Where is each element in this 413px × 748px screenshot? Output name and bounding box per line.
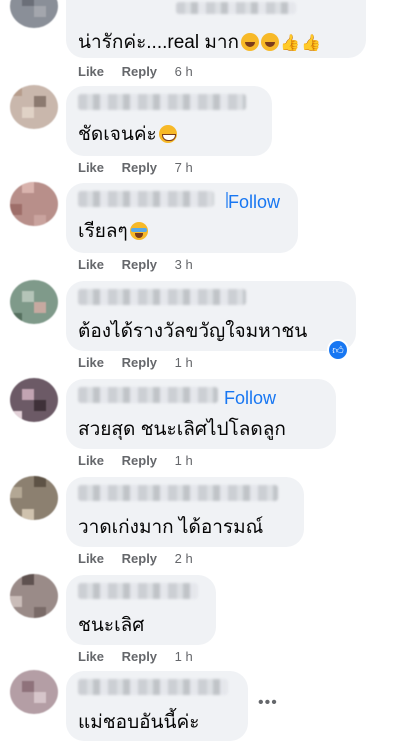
author-name[interactable] bbox=[78, 191, 214, 207]
comment-bubble: วาดเก่งมาก ได้อารมณ์ bbox=[66, 477, 304, 547]
thumbs-up-icon[interactable]: 👍︎ bbox=[327, 339, 349, 361]
follow-button[interactable]: Follow bbox=[224, 388, 276, 409]
comment-text: น่ารักค่ะ....real มาก bbox=[78, 32, 240, 53]
reply-button[interactable]: Reply bbox=[122, 64, 157, 79]
timestamp[interactable]: 7 h bbox=[175, 160, 193, 175]
comment-bubble: ชนะเลิศ bbox=[66, 575, 216, 645]
grinning-sweat-emoji bbox=[158, 125, 177, 143]
comment-bubble: ชัดเจนค่ะ bbox=[66, 86, 272, 156]
author-name[interactable] bbox=[78, 679, 228, 695]
more-options-icon[interactable]: ••• bbox=[258, 694, 278, 712]
like-button[interactable]: Like bbox=[78, 453, 104, 468]
thumbs-up-emoji: 👍 bbox=[280, 35, 300, 52]
comment-text: วาดเก่งมาก ได้อารมณ์ bbox=[78, 517, 264, 538]
avatar[interactable] bbox=[10, 0, 58, 28]
reply-button[interactable]: Reply bbox=[122, 551, 157, 566]
like-button[interactable]: Like bbox=[78, 649, 104, 664]
comment-text: เรียลๆ bbox=[78, 221, 128, 242]
avatar[interactable] bbox=[10, 574, 58, 618]
author-name[interactable] bbox=[78, 583, 198, 599]
reply-button[interactable]: Reply bbox=[122, 160, 157, 175]
rolling-laugh-emoji bbox=[241, 33, 260, 51]
avatar[interactable] bbox=[10, 670, 58, 714]
reply-button[interactable]: Reply bbox=[122, 453, 157, 468]
avatar[interactable] bbox=[10, 280, 58, 324]
follow-button[interactable]: Follow bbox=[228, 192, 280, 213]
timestamp[interactable]: 2 h bbox=[175, 551, 193, 566]
like-button[interactable]: Like bbox=[78, 64, 104, 79]
comment-bubble: แม่ชอบอันนี้ค่ะ bbox=[66, 671, 248, 741]
author-name[interactable] bbox=[78, 289, 246, 305]
comment-text: ต้องได้รางวัลขวัญใจมหาชน bbox=[78, 321, 308, 342]
like-button[interactable]: Like bbox=[78, 551, 104, 566]
author-name[interactable] bbox=[78, 94, 246, 110]
comment-text: สวยสุด ชนะเลิศไปโลดลูก bbox=[78, 419, 286, 440]
comment-text: ชนะเลิศ bbox=[78, 615, 145, 636]
author-name[interactable] bbox=[176, 2, 296, 14]
avatar[interactable] bbox=[10, 476, 58, 520]
avatar[interactable] bbox=[10, 182, 58, 226]
comment-bubble: Follow เรียลๆ bbox=[66, 183, 298, 253]
timestamp[interactable]: 1 h bbox=[175, 355, 193, 370]
author-name[interactable] bbox=[78, 485, 278, 501]
avatar[interactable] bbox=[10, 85, 58, 129]
author-name[interactable] bbox=[78, 387, 218, 403]
like-button[interactable]: Like bbox=[78, 160, 104, 175]
comment-bubble: Follow สวยสุด ชนะเลิศไปโลดลูก bbox=[66, 379, 336, 449]
comment-text: แม่ชอบอันนี้ค่ะ bbox=[78, 712, 200, 733]
timestamp[interactable]: 3 h bbox=[175, 257, 193, 272]
reply-button[interactable]: Reply bbox=[122, 257, 157, 272]
comment-bubble: ต้องได้รางวัลขวัญใจมหาชน bbox=[66, 281, 356, 351]
comment-bubble: น่ารักค่ะ....real มาก 👍👍 bbox=[66, 0, 366, 58]
reply-button[interactable]: Reply bbox=[122, 355, 157, 370]
timestamp[interactable]: 6 h bbox=[175, 64, 193, 79]
like-button[interactable]: Like bbox=[78, 257, 104, 272]
like-button[interactable]: Like bbox=[78, 355, 104, 370]
rolling-laugh-emoji bbox=[261, 33, 280, 51]
comment-text: ชัดเจนค่ะ bbox=[78, 124, 157, 145]
avatar[interactable] bbox=[10, 378, 58, 422]
reply-button[interactable]: Reply bbox=[122, 649, 157, 664]
thumbs-up-emoji: 👍 bbox=[300, 35, 321, 52]
crying-laugh-emoji bbox=[129, 222, 148, 240]
timestamp[interactable]: 1 h bbox=[175, 453, 193, 468]
timestamp[interactable]: 1 h bbox=[175, 649, 193, 664]
